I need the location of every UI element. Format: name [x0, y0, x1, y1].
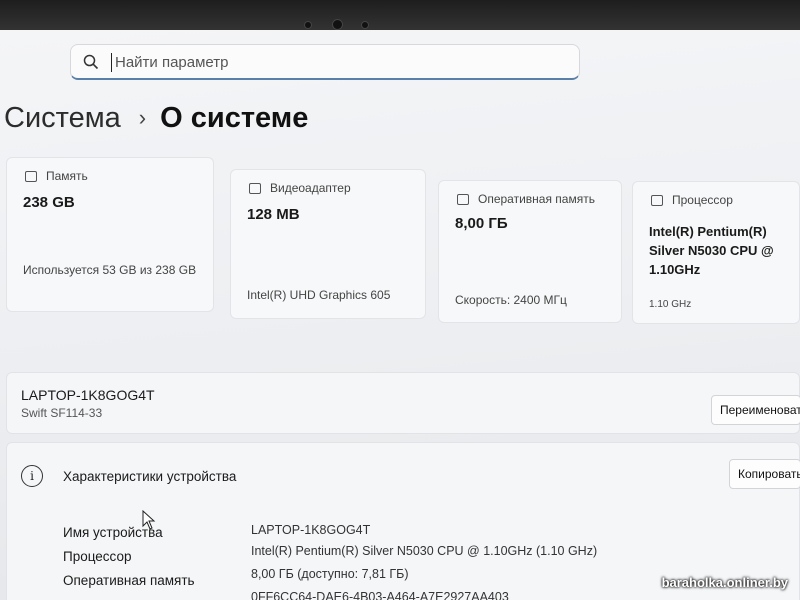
spec-value-device-id: 0FF6CC64-DAE6-4B03-A464-A7E2927AA403	[251, 590, 509, 600]
card-storage[interactable]: Память 238 GB Используется 53 GB из 238 …	[6, 157, 214, 312]
spec-value-device-name: LAPTOP-1K8GOG4T	[251, 523, 371, 537]
card-ram-header: Оперативная память	[457, 192, 595, 206]
card-ram[interactable]: Оперативная память 8,00 ГБ Скорость: 240…	[438, 180, 622, 323]
search-input[interactable]: Найти параметр	[70, 44, 580, 80]
card-gpu[interactable]: Видеоадаптер 128 MB Intel(R) UHD Graphic…	[230, 169, 426, 319]
card-gpu-label: Видеоадаптер	[270, 181, 351, 195]
processor-icon	[651, 194, 663, 206]
search-icon	[83, 54, 99, 70]
breadcrumb: Система › О системе	[4, 96, 308, 140]
page-title: О системе	[160, 101, 309, 134]
copy-button[interactable]: Копировать	[729, 459, 800, 489]
search-placeholder: Найти параметр	[115, 54, 229, 71]
device-name-panel: LAPTOP-1K8GOG4T Swift SF114-33 Переимено…	[6, 372, 800, 434]
card-cpu-sub: 1.10 GHz	[649, 299, 692, 310]
card-storage-sub: Используется 53 GB из 238 GB	[23, 263, 197, 277]
chevron-right-icon: ›	[138, 105, 147, 130]
bezel-sensor-icon	[362, 22, 368, 28]
spec-value-ram: 8,00 ГБ (доступно: 7,81 ГБ)	[251, 567, 409, 581]
card-gpu-header: Видеоадаптер	[249, 181, 351, 195]
laptop-bezel	[0, 0, 800, 32]
watermark: baraholka.onliner.by	[661, 575, 788, 590]
text-caret	[111, 53, 112, 72]
card-ram-label: Оперативная память	[478, 192, 595, 206]
spec-label-ram: Оперативная память	[63, 573, 195, 588]
card-ram-sub: Скорость: 2400 МГц	[455, 293, 567, 307]
card-cpu-label: Процессор	[672, 193, 733, 207]
card-storage-header: Память	[25, 169, 88, 183]
display-adapter-icon	[249, 182, 261, 194]
specs-title[interactable]: Характеристики устройства	[63, 469, 236, 484]
card-storage-label: Память	[46, 169, 88, 183]
storage-icon	[25, 170, 37, 182]
card-cpu[interactable]: Процессор Intel(R) Pentium(R) Silver N50…	[632, 181, 800, 324]
card-gpu-value: 128 MB	[247, 206, 300, 223]
bezel-sensor-icon	[305, 22, 311, 28]
card-cpu-header: Процессор	[651, 193, 733, 207]
card-ram-value: 8,00 ГБ	[455, 215, 508, 232]
device-name: LAPTOP-1K8GOG4T	[21, 387, 155, 403]
card-storage-value: 238 GB	[23, 194, 75, 211]
card-cpu-value: Intel(R) Pentium(R) Silver N5030 CPU @ 1…	[649, 224, 774, 277]
breadcrumb-root[interactable]: Система	[4, 102, 121, 135]
webcam-icon	[333, 20, 342, 29]
ram-icon	[457, 193, 469, 205]
info-icon: i	[21, 465, 43, 487]
rename-button[interactable]: Переименовать	[711, 395, 800, 425]
spec-label-processor: Процессор	[63, 549, 132, 564]
card-gpu-sub: Intel(R) UHD Graphics 605	[247, 288, 391, 302]
device-model: Swift SF114-33	[21, 406, 103, 420]
settings-window: Найти параметр Система › О системе Памят…	[0, 30, 800, 600]
mouse-pointer-icon	[142, 510, 156, 530]
spec-value-processor: Intel(R) Pentium(R) Silver N5030 CPU @ 1…	[251, 544, 598, 558]
